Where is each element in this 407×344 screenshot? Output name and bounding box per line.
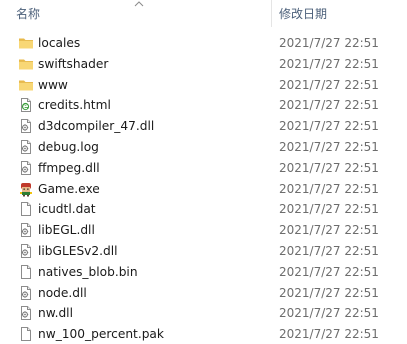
- file-name: natives_blob.bin: [38, 264, 138, 279]
- file-name: node.dll: [38, 285, 87, 300]
- html-file-icon: [18, 97, 34, 113]
- file-row[interactable]: ffmpeg.dll 2021/7/27 22:51: [0, 158, 407, 179]
- dll-file-icon: [18, 222, 34, 238]
- file-date-modified: 2021/7/27 22:51: [279, 243, 379, 258]
- dll-file-icon: [18, 243, 34, 259]
- file-date-modified: 2021/7/27 22:51: [279, 160, 379, 175]
- file-row[interactable]: swiftshader 2021/7/27 22:51: [0, 54, 407, 75]
- folder-icon: [18, 35, 34, 51]
- game-exe-icon: [18, 181, 34, 197]
- file-date-modified: 2021/7/27 22:51: [279, 327, 379, 342]
- file-name: ffmpeg.dll: [38, 160, 100, 175]
- file-name: debug.log: [38, 139, 99, 154]
- file-row[interactable]: debug.log 2021/7/27 22:51: [0, 137, 407, 158]
- file-date-modified: 2021/7/27 22:51: [279, 181, 379, 196]
- file-date-modified: 2021/7/27 22:51: [279, 56, 379, 71]
- file-row[interactable]: node.dll 2021/7/27 22:51: [0, 283, 407, 304]
- file-name: nw_100_percent.pak: [38, 327, 164, 342]
- file-date-modified: 2021/7/27 22:51: [279, 36, 379, 50]
- blank-file-icon: [18, 201, 34, 217]
- file-name: www: [38, 77, 68, 92]
- file-date-modified: 2021/7/27 22:51: [279, 264, 379, 279]
- folder-icon: [18, 77, 34, 93]
- file-row[interactable]: d3dcompiler_47.dll 2021/7/27 22:51: [0, 116, 407, 137]
- file-row[interactable]: natives_blob.bin 2021/7/27 22:51: [0, 262, 407, 283]
- file-name: swiftshader: [38, 56, 109, 71]
- blank-file-icon: [18, 264, 34, 280]
- sort-ascending-icon: [134, 0, 144, 7]
- file-date-modified: 2021/7/27 22:51: [279, 223, 379, 238]
- column-header-name[interactable]: 名称: [16, 5, 40, 22]
- blank-file-icon: [18, 326, 34, 342]
- column-header-date-modified[interactable]: 修改日期: [279, 5, 327, 22]
- file-date-modified: 2021/7/27 22:51: [279, 285, 379, 300]
- dll-file-icon: [18, 118, 34, 134]
- file-name: nw.dll: [38, 306, 73, 321]
- log-file-icon: [18, 139, 34, 155]
- file-name: libGLESv2.dll: [38, 243, 118, 258]
- file-row[interactable]: libEGL.dll 2021/7/27 22:51: [0, 220, 407, 241]
- file-date-modified: 2021/7/27 22:51: [279, 98, 379, 113]
- file-row[interactable]: nw.dll 2021/7/27 22:51: [0, 303, 407, 324]
- file-name: icudtl.dat: [38, 202, 96, 217]
- file-row[interactable]: locales 2021/7/27 22:51: [0, 33, 407, 54]
- file-row[interactable]: nw_100_percent.pak 2021/7/27 22:51: [0, 324, 407, 344]
- file-row[interactable]: www 2021/7/27 22:51: [0, 75, 407, 96]
- file-date-modified: 2021/7/27 22:51: [279, 119, 379, 134]
- dll-file-icon: [18, 285, 34, 301]
- file-row[interactable]: Game.exe 2021/7/27 22:51: [0, 179, 407, 200]
- file-list: locales 2021/7/27 22:51 swiftshader 2021…: [0, 33, 407, 344]
- file-name: credits.html: [38, 98, 111, 113]
- file-name: Game.exe: [38, 181, 100, 196]
- folder-icon: [18, 56, 34, 72]
- column-divider[interactable]: [271, 0, 272, 27]
- file-explorer-view: 名称 修改日期 locales 2021/7/27 22:51 swiftsha…: [0, 0, 407, 344]
- dll-file-icon: [18, 160, 34, 176]
- file-row[interactable]: icudtl.dat 2021/7/27 22:51: [0, 199, 407, 220]
- file-date-modified: 2021/7/27 22:51: [279, 202, 379, 217]
- file-name: locales: [38, 36, 81, 50]
- file-date-modified: 2021/7/27 22:51: [279, 306, 379, 321]
- file-name: d3dcompiler_47.dll: [38, 119, 155, 134]
- column-header-bar: 名称 修改日期: [0, 0, 407, 28]
- file-date-modified: 2021/7/27 22:51: [279, 139, 379, 154]
- file-date-modified: 2021/7/27 22:51: [279, 77, 379, 92]
- file-row[interactable]: credits.html 2021/7/27 22:51: [0, 95, 407, 116]
- file-name: libEGL.dll: [38, 223, 95, 238]
- dll-file-icon: [18, 305, 34, 321]
- file-row[interactable]: libGLESv2.dll 2021/7/27 22:51: [0, 241, 407, 262]
